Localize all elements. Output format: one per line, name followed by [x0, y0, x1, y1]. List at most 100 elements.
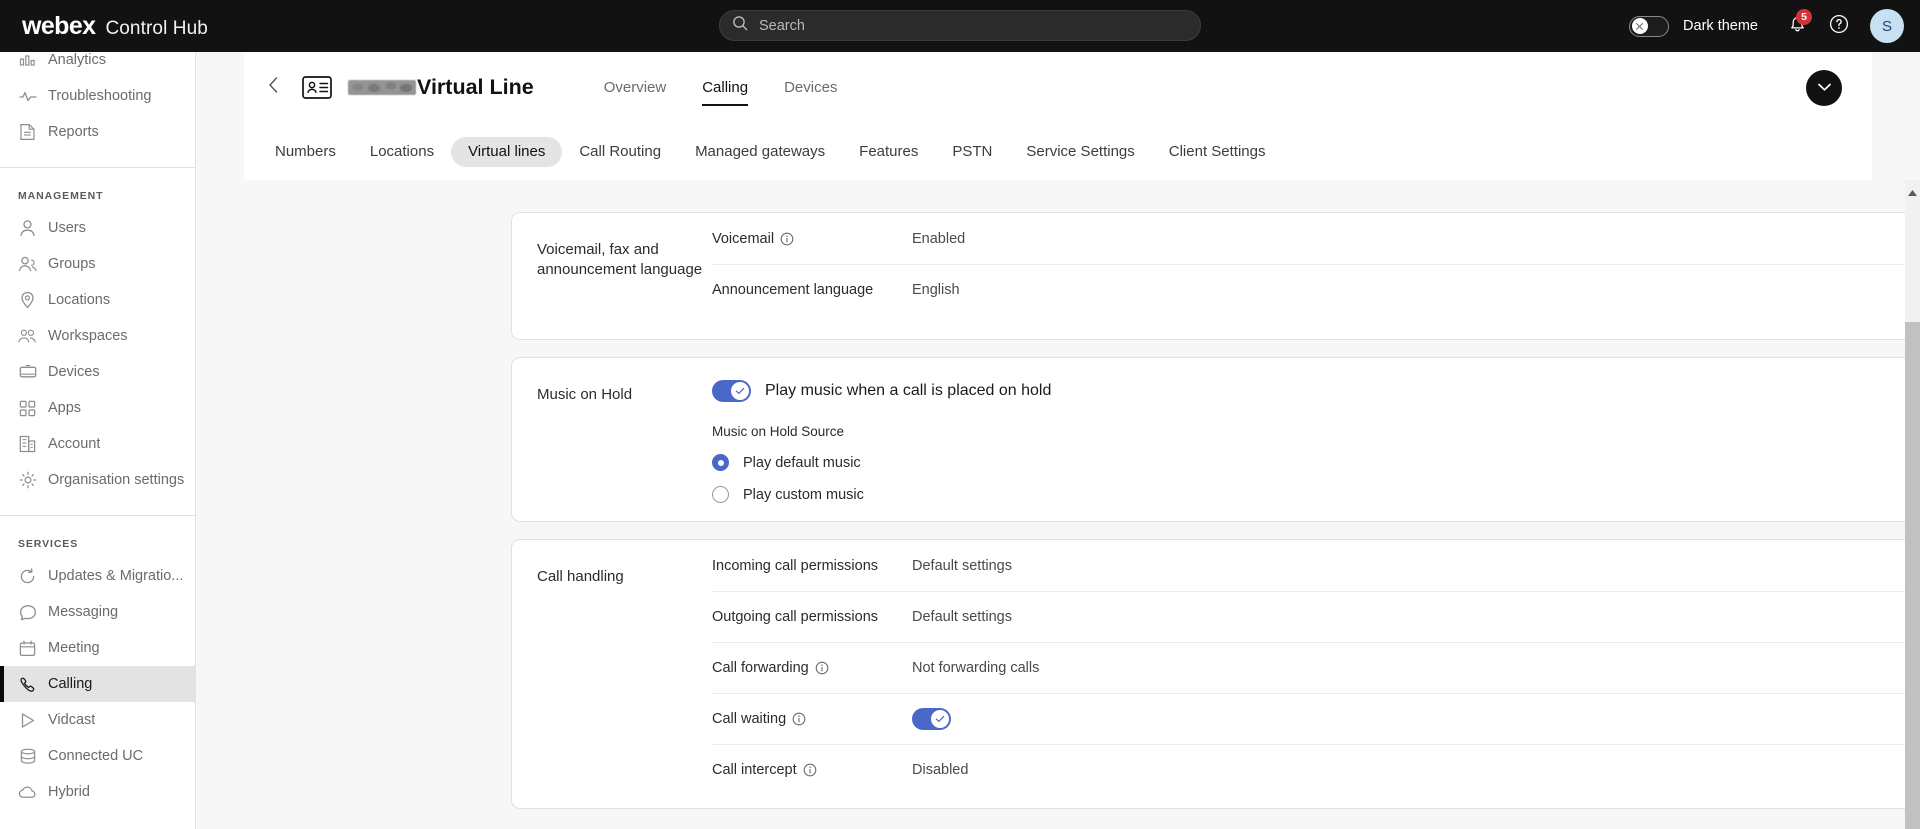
sidebar-item-hybrid[interactable]: Hybrid: [0, 774, 196, 810]
sidebar-item-connected-uc[interactable]: Connected UC: [0, 738, 196, 774]
voicemail-rows: Voicemail Enabled Announcement language Eng…: [712, 213, 1920, 315]
settings-row[interactable]: Outgoing call permissions Default setting…: [712, 591, 1920, 642]
search-icon: [732, 15, 748, 36]
settings-row[interactable]: Call forwarding Not forwarding calls: [712, 642, 1920, 693]
devices-icon: [18, 363, 37, 382]
brand-logo[interactable]: webex Control Hub: [22, 12, 208, 41]
page-title-text: Virtual Line: [417, 75, 534, 99]
settings-row: Call waiting: [712, 693, 1920, 744]
sidebar-item-reports[interactable]: Reports: [0, 114, 196, 150]
sidebar-item-meeting[interactable]: Meeting: [0, 630, 196, 666]
call-handling-card-label: Call handling: [537, 568, 624, 585]
chat-bubble-icon: [18, 603, 37, 622]
settings-row[interactable]: Incoming call permissions Default setting…: [712, 540, 1920, 591]
sidebar-item-locations[interactable]: Locations: [0, 282, 196, 318]
user-icon: [18, 219, 37, 238]
info-icon[interactable]: [815, 661, 829, 675]
tab-overview[interactable]: Overview: [586, 52, 685, 123]
radio-option-play-default-music[interactable]: Play default music: [712, 454, 1920, 471]
search-input[interactable]: Search: [719, 10, 1201, 41]
subtab-numbers[interactable]: Numbers: [258, 137, 353, 167]
sidebar-item-messaging[interactable]: Messaging: [0, 594, 196, 630]
sidebar-item-label: Calling: [48, 676, 93, 692]
subtab-client-settings[interactable]: Client Settings: [1152, 137, 1283, 167]
toggle-knob: [1631, 18, 1648, 34]
subtab-service-settings[interactable]: Service Settings: [1009, 137, 1151, 167]
main-scrollbar[interactable]: [1905, 180, 1920, 829]
subtab-features[interactable]: Features: [842, 137, 935, 167]
sidebar-item-account[interactable]: Account: [0, 426, 196, 462]
subtab-locations[interactable]: Locations: [353, 137, 451, 167]
info-icon[interactable]: [780, 232, 794, 246]
top-bar: webex Control Hub Search Dark theme 5 S: [0, 0, 1920, 52]
sidebar-item-label: Apps: [48, 400, 82, 416]
phone-handset-icon: [18, 675, 37, 694]
sidebar-item-organisation-settings[interactable]: Organisation settings: [0, 462, 196, 498]
back-button[interactable]: [262, 77, 284, 99]
sidebar-item-users[interactable]: Users: [0, 210, 196, 246]
play-music-toggle-row: Play music when a call is placed on hold: [712, 380, 1920, 402]
avatar[interactable]: S: [1870, 9, 1904, 43]
sidebar-scroll-content: Analytics Troubleshooting Reports MANAGEMEN…: [0, 52, 196, 810]
tab-devices[interactable]: Devices: [766, 52, 855, 123]
avatar-initial: S: [1881, 17, 1892, 35]
sidebar-item-label: Messaging: [48, 604, 119, 620]
main-content: Virtual Line Overview Calling Devices Numb…: [196, 52, 1920, 829]
play-music-toggle[interactable]: [712, 380, 751, 402]
global-search[interactable]: Search: [719, 10, 1201, 41]
page-header: Virtual Line Overview Calling Devices: [244, 52, 1872, 123]
sidebar-item-label: Reports: [48, 124, 99, 140]
dark-theme-toggle[interactable]: [1629, 15, 1670, 37]
gear-icon: [18, 471, 37, 490]
tab-calling[interactable]: Calling: [684, 52, 766, 123]
settings-row-value: Enabled: [912, 230, 966, 247]
notifications-button[interactable]: 5: [1780, 9, 1814, 43]
settings-row-label-wrap: Incoming call permissions: [712, 558, 912, 574]
radio-button[interactable]: [712, 486, 729, 503]
sidebar-item-label: Devices: [48, 364, 100, 380]
help-button[interactable]: [1822, 9, 1856, 43]
sidebar-item-updates-migratio[interactable]: Updates & Migratio...: [0, 558, 196, 594]
toggle-knob: [731, 382, 749, 400]
row-toggle[interactable]: [912, 708, 951, 730]
scroll-up-arrow-icon[interactable]: [1907, 184, 1918, 196]
settings-row[interactable]: Announcement language English: [712, 264, 1920, 315]
search-placeholder: Search: [759, 17, 805, 34]
sidebar-item-calling[interactable]: Calling: [0, 666, 196, 702]
settings-row-label: Voicemail: [712, 230, 775, 247]
sidebar-item-troubleshooting[interactable]: Troubleshooting: [0, 78, 196, 114]
subtab-virtual-lines[interactable]: Virtual lines: [451, 136, 563, 167]
music-on-hold-body: Play music when a call is placed on hold…: [712, 358, 1920, 527]
sidebar-item-vidcast[interactable]: Vidcast: [0, 702, 196, 738]
page-actions-button[interactable]: [1806, 70, 1842, 106]
sidebar-item-label: Meeting: [48, 640, 100, 656]
settings-row-value: Default settings: [912, 609, 1012, 625]
subtab-call-routing[interactable]: Call Routing: [562, 137, 678, 167]
info-icon[interactable]: [792, 712, 806, 726]
sidebar-item-analytics[interactable]: Analytics: [0, 52, 196, 78]
radio-button[interactable]: [712, 454, 729, 471]
help-circle-icon: [1828, 13, 1850, 40]
info-icon[interactable]: [803, 763, 817, 777]
subtab-managed-gateways[interactable]: Managed gateways: [678, 137, 842, 167]
subtab-pstn[interactable]: PSTN: [935, 137, 1009, 167]
sidebar-item-devices[interactable]: Devices: [0, 354, 196, 390]
radio-option-label: Play custom music: [743, 486, 864, 503]
brand-webex-text: webex: [22, 11, 96, 40]
main-scrollbar-thumb[interactable]: [1905, 322, 1920, 829]
settings-row[interactable]: Voicemail Enabled: [712, 213, 1920, 264]
sidebar-item-label: Organisation settings: [48, 472, 185, 488]
troubleshooting-icon: [18, 87, 37, 106]
settings-row-label: Call waiting: [712, 711, 787, 727]
radio-option-play-custom-music[interactable]: Play custom music: [712, 486, 1920, 503]
sidebar-item-workspaces[interactable]: Workspaces: [0, 318, 196, 354]
settings-row-label: Call intercept: [712, 762, 797, 778]
sidebar-item-label: Account: [48, 436, 101, 452]
settings-row-label-wrap: Voicemail: [712, 231, 912, 247]
sidebar-item-label: Groups: [48, 256, 96, 272]
sidebar-item-apps[interactable]: Apps: [0, 390, 196, 426]
sidebar-item-groups[interactable]: Groups: [0, 246, 196, 282]
settings-row[interactable]: Call intercept Disabled: [712, 744, 1920, 795]
settings-row-label: Announcement language: [712, 282, 874, 298]
play-music-toggle-label: Play music when a call is placed on hold: [765, 382, 1052, 399]
